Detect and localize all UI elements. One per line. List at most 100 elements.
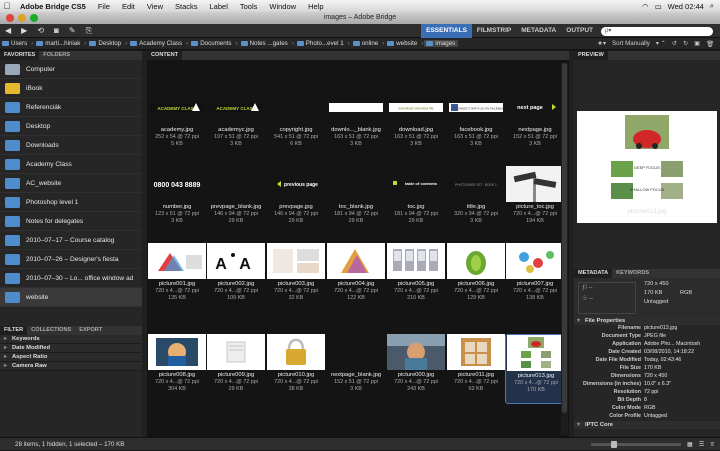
spotlight-icon[interactable]: ⌕ <box>710 1 714 11</box>
thumbnail-item[interactable]: download overview file download.jpg 163 x … <box>386 89 446 159</box>
wifi-icon[interactable]: ◠ <box>642 2 649 11</box>
thumbnail-item[interactable]: picture003.jpg 720 x 4...@ 72 ppi 32 KB <box>266 243 326 313</box>
thumbnail-item[interactable]: nextpage_blank.jpg 152 x 51 @ 72 ppi 3 KB <box>326 334 386 404</box>
breadcrumb-item[interactable]: website <box>385 40 420 47</box>
menu-tools[interactable]: Tools <box>234 2 264 11</box>
tab-content[interactable]: CONTENT <box>147 51 183 60</box>
section-file-properties[interactable]: File Properties <box>574 317 720 325</box>
scrollbar-thumb[interactable] <box>562 63 567 413</box>
breadcrumb-item[interactable]: Documents <box>189 40 234 47</box>
sidebar-item-academy-class[interactable]: Academy Class <box>0 155 147 174</box>
preview-image[interactable]: DEEP FOCUS SHALLOW FOCUS <box>577 111 717 223</box>
sidebar-item-computer[interactable]: Computer <box>0 60 147 79</box>
menu-label[interactable]: Label <box>204 2 234 11</box>
thumbnail-item[interactable]: toc_blank.jpg 181 x 94 @ 72 ppi 29 KB <box>326 166 386 236</box>
back-icon[interactable]: ◀ <box>0 26 16 35</box>
apple-icon[interactable]:  <box>0 1 14 11</box>
view-details-icon[interactable]: ☰ <box>699 438 705 451</box>
trash-icon[interactable]: 🗑 <box>706 40 714 48</box>
view-grid-icon[interactable]: ▦ <box>687 438 693 451</box>
sort-dropdown[interactable]: Sort Manually <box>612 40 650 47</box>
filter-camera-raw[interactable]: Camera Raw <box>0 362 147 371</box>
thumbnail-item[interactable]: picture000.jpg 720 x 4...@ 72 ppi 243 KB <box>386 334 446 404</box>
sort-direction-icon[interactable]: ▾ ⌃ <box>656 40 666 47</box>
search-input[interactable]: ρ▾ <box>601 27 713 36</box>
sidebar-item-notes-for-delegates[interactable]: Notes for delegates <box>0 212 147 231</box>
sidebar-item-photoshop-level-1[interactable]: Photoshop level 1 <box>0 193 147 212</box>
thumbnail-item[interactable]: A Apicture002.jpg 720 x 4...@ 72 ppi 109 KB <box>206 243 266 313</box>
tab-collections[interactable]: COLLECTIONS <box>27 326 75 335</box>
thumbnail-item[interactable]: ACADEMY CLASS academy.jpg 252 x 54 @ 72 pp… <box>147 89 207 159</box>
menu-view[interactable]: View <box>141 2 169 11</box>
sidebar-item-referenci-k[interactable]: Referenciák <box>0 98 147 117</box>
thumbnail-item[interactable]: picture001.jpg 720 x 4...@ 72 ppi 135 KB <box>147 243 207 313</box>
section-iptc-core[interactable]: IPTC Core <box>574 421 720 429</box>
thumbnail-item[interactable]: picture006.jpg 720 x 4...@ 72 ppi 129 KB <box>446 243 506 313</box>
breadcrumb-item-current[interactable]: images <box>424 40 459 47</box>
tab-folders[interactable]: FOLDERS <box>39 51 74 60</box>
workspace-metadata[interactable]: METADATA <box>516 24 561 38</box>
tab-keywords[interactable]: KEYWORDS <box>612 269 653 278</box>
workspace-filmstrip[interactable]: FILMSTRIP <box>472 24 516 38</box>
thumbnail-item[interactable]: picture004.jpg 720 x 4...@ 72 ppi 122 KB <box>326 243 386 313</box>
tab-export[interactable]: EXPORT <box>75 326 106 335</box>
recent-icon[interactable]: ⟲ <box>32 26 49 35</box>
view-list-icon[interactable]: ≡ <box>710 438 714 451</box>
breadcrumb-item[interactable]: Photo...evel 1 <box>295 40 347 47</box>
zoom-icon[interactable] <box>30 14 38 22</box>
breadcrumb-item[interactable]: Desktop <box>87 40 124 47</box>
menu-window[interactable]: Window <box>263 2 302 11</box>
thumbnail-item[interactable]: previous page prevpage.jpg 146 x 94 @ 72 p… <box>266 166 326 236</box>
sidebar-item-2010-07-17-course-catalog[interactable]: 2010–07–17 – Course catalog <box>0 231 147 250</box>
refine-icon[interactable]: ✎ <box>64 26 81 35</box>
content-scrollbar[interactable] <box>561 63 568 435</box>
tab-favorites[interactable]: FAVORITES <box>0 51 40 60</box>
thumbnail-item[interactable]: CONNECT WITH US ON FACEBOOK facebook.jpg 1… <box>446 89 506 159</box>
tab-preview[interactable]: PREVIEW <box>574 51 608 60</box>
filter-keywords[interactable]: Keywords <box>0 335 147 344</box>
tab-filter[interactable]: FILTER <box>0 326 28 335</box>
app-menu[interactable]: Adobe Bridge CS5 <box>14 2 92 11</box>
filter-date-modified[interactable]: Date Modified <box>0 344 147 353</box>
breadcrumb-item[interactable]: Users <box>0 40 30 47</box>
thumbnail-item[interactable]: picture010.jpg 720 x 4...@ 72 ppi 38 KB <box>266 334 326 404</box>
close-icon[interactable] <box>6 14 14 22</box>
clock[interactable]: Wed 02:44 <box>668 2 704 11</box>
thumbnail-item[interactable]: table of contents toc.jpg 181 x 94 @ 72 pp… <box>386 166 446 236</box>
thumbnail-item[interactable]: 0800 043 8889 number.jpg 123 x 51 @ 72 ppi… <box>147 166 207 236</box>
thumbnail-item[interactable]: ACADEMY CLASS academyc.jpg 197 x 51 @ 72 p… <box>206 89 266 159</box>
breadcrumb-item[interactable]: Notes ...gates <box>239 40 291 47</box>
thumbnail-item[interactable]: prevpage_blank.jpg 146 x 94 @ 72 ppi 29 KB <box>206 166 266 236</box>
battery-icon[interactable]: ▭ <box>655 2 662 11</box>
sidebar-item-2010-07-30-lo-office-window-ad[interactable]: 2010–07–30 – Lo... office window ad <box>0 269 147 288</box>
breadcrumb-item[interactable]: marti...hiniak <box>34 40 83 47</box>
menu-file[interactable]: File <box>92 2 116 11</box>
sidebar-item-2010-07-26-designer-s-fiesta[interactable]: 2010–07–26 – Designer's fiesta <box>0 250 147 269</box>
forward-icon[interactable]: ▶ <box>16 26 32 35</box>
breadcrumb-item[interactable]: online <box>351 40 382 47</box>
camera-icon[interactable]: ◙ <box>49 26 64 35</box>
thumbnail-item[interactable]: picture005.jpg 720 x 4...@ 72 ppi 210 KB <box>386 243 446 313</box>
workspace-essentials[interactable]: ESSENTIALS <box>421 23 472 38</box>
thumbnail-item[interactable]: picture007.jpg 720 x 4...@ 72 ppi 138 KB <box>505 243 565 313</box>
filter-aspect-ratio[interactable]: Aspect Ratio <box>0 353 147 362</box>
thumbnail-item[interactable]: picture013.jpg 720 x 4...@ 72 ppi 170 KB <box>505 334 565 404</box>
rotate-right-icon[interactable]: ↻ <box>683 40 688 47</box>
breadcrumb-item[interactable]: Academy Class <box>128 40 185 47</box>
thumbnail-item[interactable]: picture011.jpg 720 x 4...@ 72 ppi 62 KB <box>446 334 506 404</box>
menu-edit[interactable]: Edit <box>116 2 141 11</box>
open-icon[interactable]: ⎘ <box>81 26 97 36</box>
thumbnail-item[interactable]: picture008.jpg 720 x 4...@ 72 ppi 304 KB <box>147 334 207 404</box>
menu-stacks[interactable]: Stacks <box>169 2 204 11</box>
sidebar-item-desktop[interactable]: Desktop <box>0 117 147 136</box>
sidebar-item-ac-website[interactable]: AC_website <box>0 174 147 193</box>
menu-help[interactable]: Help <box>302 2 329 11</box>
sidebar-item-ibook[interactable]: iBook <box>0 79 147 98</box>
tab-metadata[interactable]: METADATA <box>574 269 613 278</box>
thumbnail-item[interactable]: picture009.jpg 720 x 4...@ 72 ppi 29 KB <box>206 334 266 404</box>
thumbnail-item[interactable]: picture_toc.jpg 720 x 4...@ 72 ppi 194 KB <box>505 166 565 236</box>
star-filter-icon[interactable]: ★▾ <box>597 40 606 47</box>
minimize-icon[interactable] <box>18 14 26 22</box>
new-folder-icon[interactable]: ▣ <box>694 40 700 47</box>
sidebar-item-downloads[interactable]: Downloads <box>0 136 147 155</box>
